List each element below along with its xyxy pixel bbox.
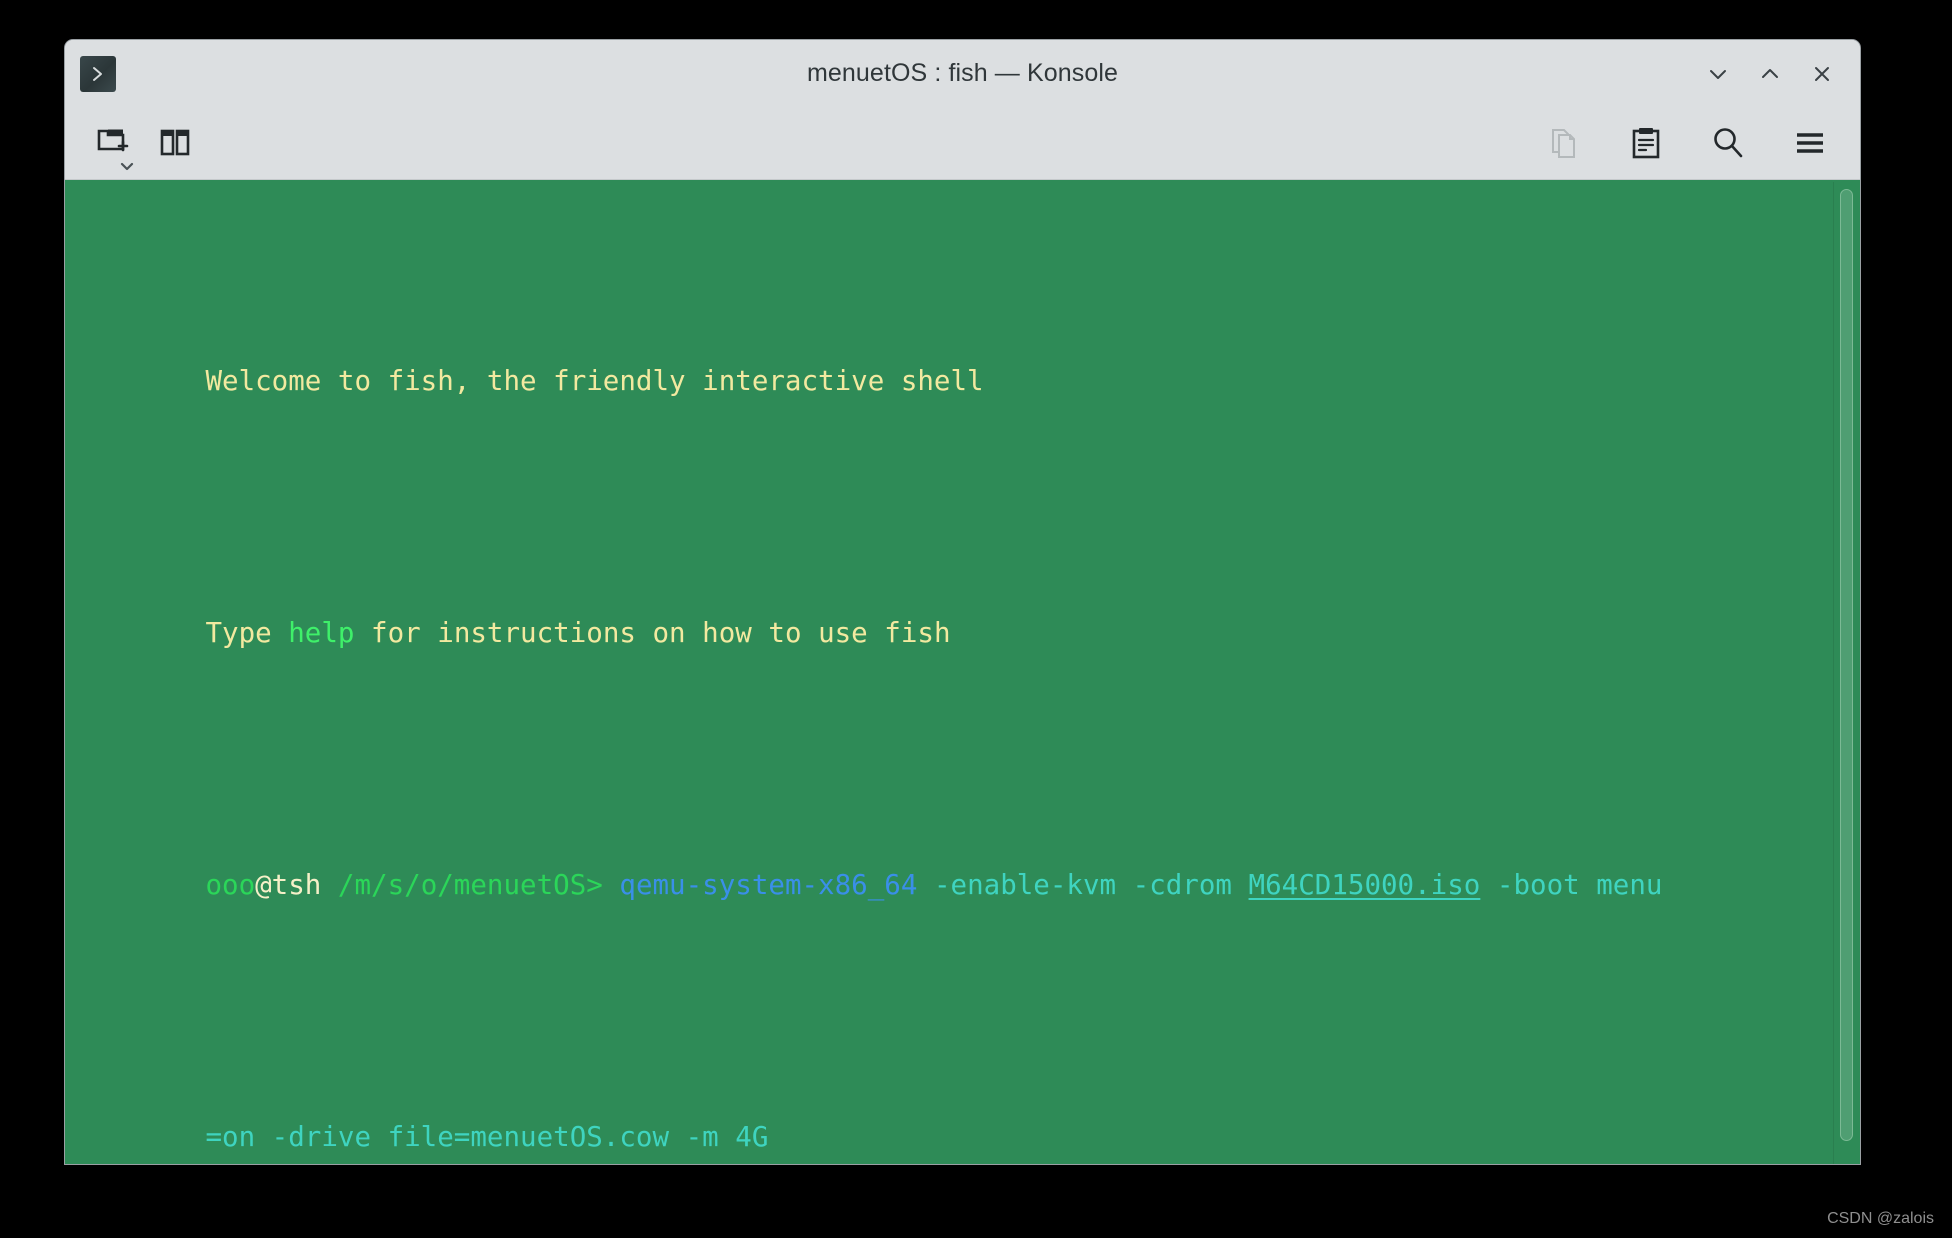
toolbar-right-group (1538, 117, 1836, 169)
watermark: CSDN @zalois (1827, 1210, 1934, 1227)
minimize-button[interactable] (1694, 52, 1742, 96)
greeting-line-1: Welcome to fish, the friendly interactiv… (205, 365, 984, 397)
hamburger-menu-icon (1793, 126, 1827, 160)
command-args-2: -boot menu (1480, 869, 1663, 901)
chevron-down-icon (1705, 61, 1731, 87)
toolbar-left-group (87, 117, 201, 171)
terminal-line: Type help for instructions on how to use… (73, 570, 1860, 696)
prompt-path: /m/s/o/menuetOS (321, 869, 587, 901)
menu-button[interactable] (1784, 117, 1836, 169)
split-view-icon (158, 126, 192, 160)
terminal-line: ooo@tsh /m/s/o/menuetOS> qemu-system-x86… (73, 822, 1860, 948)
terminal-prompt-icon (80, 55, 116, 92)
split-view-button[interactable] (149, 117, 201, 169)
prompt-user: ooo (205, 869, 256, 901)
copy-icon (1547, 126, 1581, 160)
terminal-output: Welcome to fish, the friendly interactiv… (65, 192, 1860, 1164)
scrollbar-thumb[interactable] (1840, 189, 1853, 1141)
terminal-scrollbar[interactable] (1833, 182, 1860, 1164)
copy-button[interactable] (1538, 117, 1590, 169)
konsole-window: menuetOS : fish — Konsole Welcome to fis… (65, 40, 1860, 1164)
new-tab-button[interactable] (87, 117, 139, 171)
command-iso-path[interactable]: M64CD15000.iso (1249, 869, 1481, 901)
find-button[interactable] (1702, 117, 1754, 169)
main-toolbar (65, 107, 1860, 180)
command-program: qemu-system-x86_64 (602, 869, 918, 901)
window-titlebar[interactable]: menuetOS : fish — Konsole (65, 40, 1860, 107)
help-keyword: help (288, 617, 355, 649)
paste-button[interactable] (1620, 117, 1672, 169)
window-title: menuetOS : fish — Konsole (807, 59, 1118, 87)
terminal-line: =on -drive file=menuetOS.cow -m 4G (73, 1074, 1860, 1164)
new-tab-icon (95, 125, 131, 161)
greeting-line-2-suffix: for instructions on how to use fish (354, 617, 951, 649)
close-button[interactable] (1798, 52, 1846, 96)
search-icon (1710, 125, 1746, 161)
command-args-wrapped: =on -drive file=menuetOS.cow -m 4G (205, 1121, 769, 1153)
chevron-up-icon (1757, 61, 1783, 87)
command-args-1: -enable-kvm -cdrom (917, 869, 1249, 901)
chevron-down-icon[interactable] (118, 161, 136, 173)
window-controls (1694, 40, 1846, 107)
prompt-symbol: > (586, 869, 603, 901)
clipboard-paste-icon (1629, 126, 1663, 160)
terminal-line: Welcome to fish, the friendly interactiv… (73, 318, 1860, 444)
prompt-host: @tsh (255, 869, 322, 901)
terminal-view[interactable]: Welcome to fish, the friendly interactiv… (65, 180, 1860, 1164)
greeting-line-2-prefix: Type (205, 617, 289, 649)
close-x-icon (1809, 61, 1835, 87)
maximize-button[interactable] (1746, 52, 1794, 96)
